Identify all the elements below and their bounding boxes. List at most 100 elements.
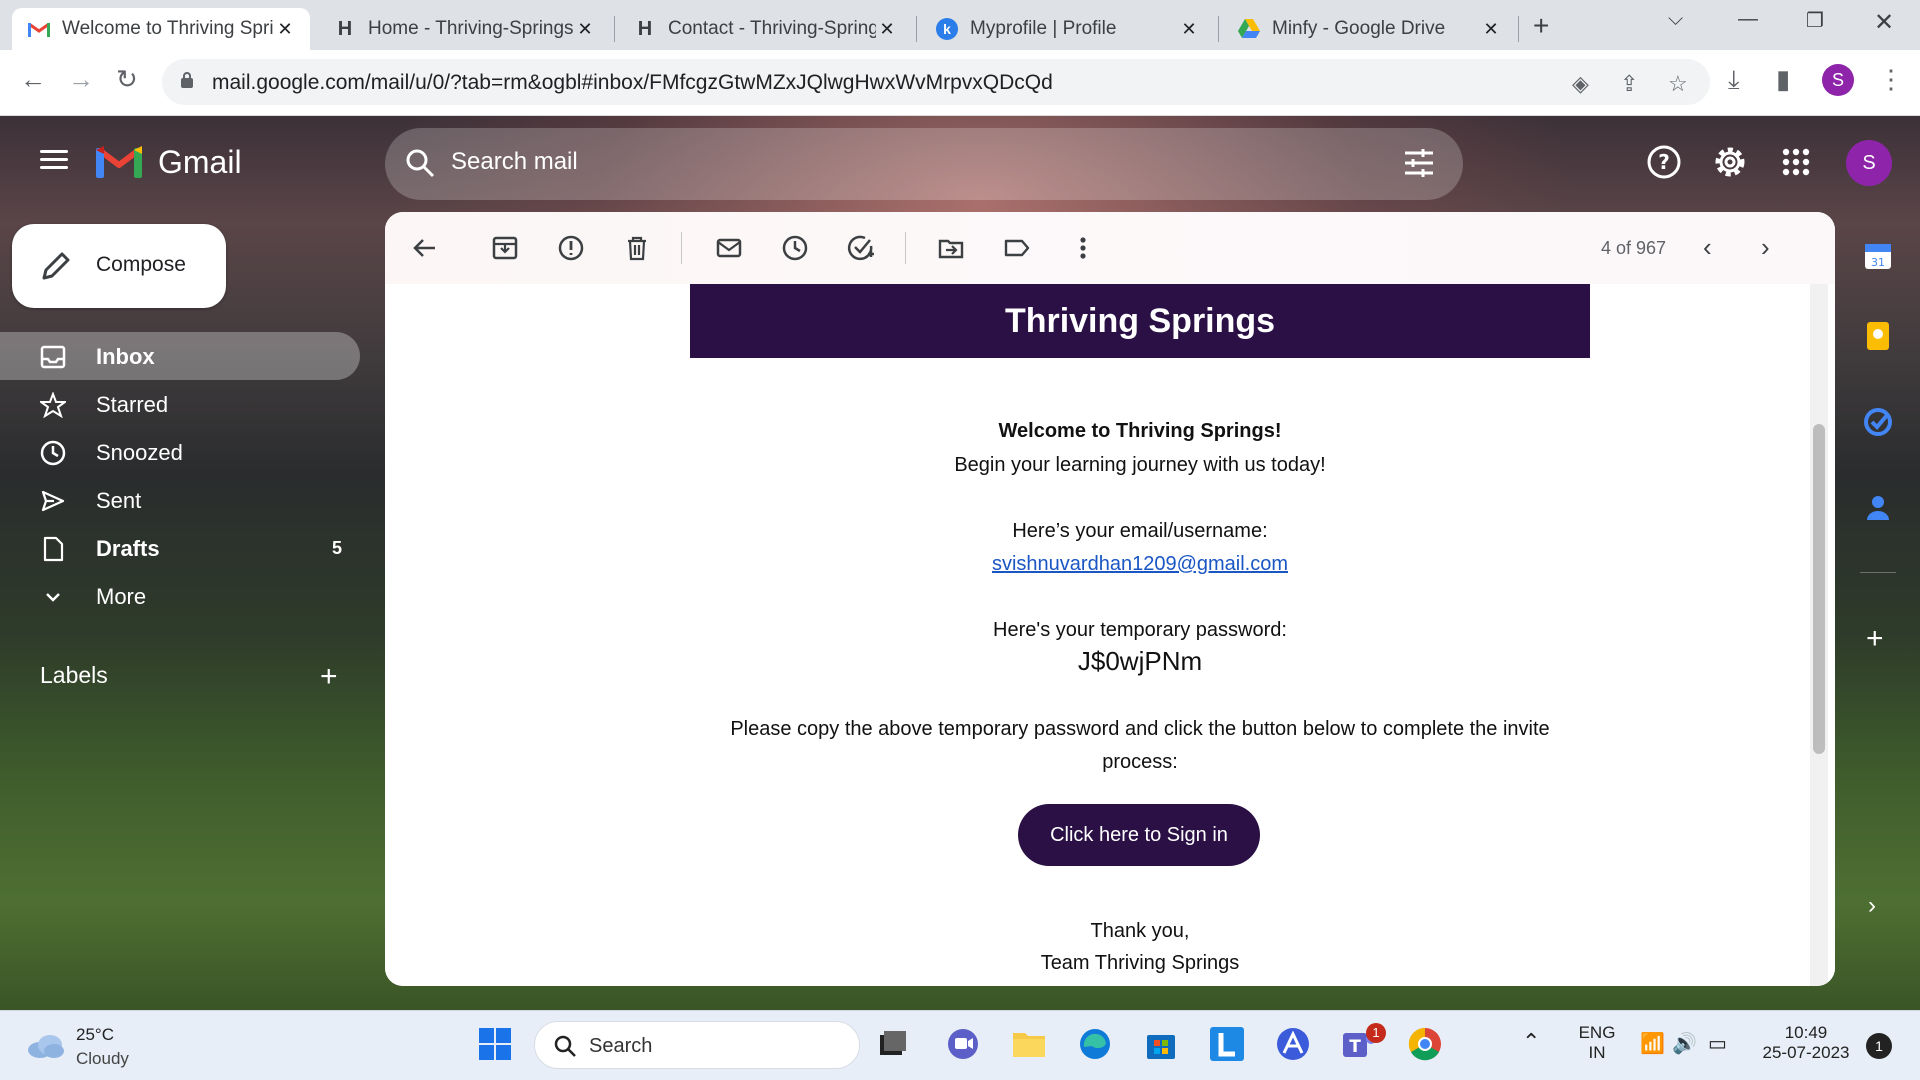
drafts-count: 5 bbox=[331, 538, 342, 558]
show-hidden-icons-chevron-up-icon[interactable]: ⌃ bbox=[1522, 1029, 1540, 1055]
browser-profile-avatar[interactable]: S bbox=[1822, 64, 1854, 96]
get-addons-button[interactable]: + bbox=[1866, 622, 1884, 656]
close-icon[interactable]: ✕ bbox=[274, 19, 296, 40]
search-options-icon[interactable] bbox=[1403, 148, 1435, 178]
minimize-button[interactable]: — bbox=[1738, 8, 1758, 31]
gear-icon[interactable] bbox=[1712, 144, 1748, 180]
a-app-icon[interactable] bbox=[1274, 1025, 1312, 1063]
install-app-icon[interactable]: ◈ bbox=[1572, 71, 1589, 97]
restore-button[interactable]: ❐ bbox=[1806, 8, 1824, 33]
move-to-icon[interactable] bbox=[937, 234, 965, 262]
svg-text:?: ? bbox=[1658, 150, 1670, 174]
search-input[interactable]: Search mail bbox=[451, 148, 578, 176]
back-arrow-icon[interactable] bbox=[411, 234, 439, 262]
pencil-icon bbox=[42, 252, 70, 280]
tab-search-icon[interactable]: ⌵ bbox=[1668, 8, 1683, 31]
window-close-button[interactable]: ✕ bbox=[1874, 8, 1894, 37]
sidebar-item-more[interactable]: More bbox=[0, 572, 360, 620]
share-icon[interactable]: ⇪ bbox=[1620, 71, 1638, 97]
sidebar-item-sent[interactable]: Sent bbox=[0, 476, 360, 524]
chat-icon[interactable] bbox=[944, 1025, 982, 1063]
username-row: svishnuvardhan1209@gmail.com bbox=[690, 553, 1590, 576]
edge-browser-icon[interactable] bbox=[1076, 1025, 1114, 1063]
sidebar-item-inbox[interactable]: Inbox bbox=[0, 332, 360, 380]
add-to-tasks-icon[interactable] bbox=[847, 234, 875, 262]
welcome-subtitle: Begin your learning journey with us toda… bbox=[954, 454, 1326, 476]
username-email-link[interactable]: svishnuvardhan1209@gmail.com bbox=[992, 553, 1288, 575]
l-app-icon[interactable] bbox=[1208, 1025, 1246, 1063]
close-icon[interactable]: ✕ bbox=[876, 19, 898, 40]
search-icon bbox=[554, 1035, 576, 1057]
close-icon[interactable]: ✕ bbox=[1480, 19, 1502, 40]
account-avatar[interactable]: S bbox=[1846, 140, 1892, 186]
close-icon[interactable]: ✕ bbox=[574, 19, 596, 40]
notification-center-badge[interactable]: 1 bbox=[1866, 1033, 1892, 1059]
tab-contact[interactable]: H Contact - Thriving-Spring ✕ bbox=[618, 8, 912, 50]
tasks-icon[interactable] bbox=[1862, 406, 1894, 438]
tab-home[interactable]: H Home - Thriving-Springs ✕ bbox=[318, 8, 610, 50]
main-menu-icon[interactable] bbox=[40, 150, 68, 170]
reload-icon[interactable]: ↻ bbox=[116, 64, 138, 95]
file-explorer-icon[interactable] bbox=[1010, 1025, 1048, 1063]
apps-grid-icon[interactable] bbox=[1778, 144, 1814, 180]
archive-icon[interactable] bbox=[491, 234, 519, 262]
sidebar-item-snoozed[interactable]: Snoozed bbox=[0, 428, 360, 476]
tab-gmail[interactable]: Welcome to Thriving Spri ✕ bbox=[12, 8, 310, 50]
close-icon[interactable]: ✕ bbox=[1178, 19, 1200, 40]
newer-chevron-left-icon[interactable]: ‹ bbox=[1703, 232, 1712, 263]
keep-icon[interactable] bbox=[1862, 320, 1894, 352]
microsoft-store-icon[interactable] bbox=[1142, 1025, 1180, 1063]
sidebar-item-label: Drafts bbox=[96, 536, 160, 561]
more-options-icon[interactable] bbox=[1069, 234, 1097, 262]
wifi-icon[interactable]: 📶 bbox=[1640, 1031, 1665, 1056]
tab-myprofile[interactable]: k Myprofile | Profile ✕ bbox=[920, 8, 1214, 50]
search-icon[interactable] bbox=[405, 148, 435, 178]
calendar-icon[interactable]: 31 bbox=[1862, 240, 1894, 272]
create-label-button[interactable]: + bbox=[320, 660, 338, 694]
browser-menu-icon[interactable]: ⋮ bbox=[1878, 64, 1904, 95]
report-spam-icon[interactable] bbox=[557, 234, 585, 262]
label-icon[interactable] bbox=[1003, 234, 1031, 262]
help-icon[interactable]: ? bbox=[1646, 144, 1682, 180]
windows-start-icon[interactable] bbox=[476, 1025, 514, 1063]
browser-tab-bar: Welcome to Thriving Spri ✕ H Home - Thri… bbox=[0, 0, 1920, 50]
tab-label: Welcome to Thriving Spri bbox=[62, 18, 274, 39]
svg-text:31: 31 bbox=[1871, 256, 1885, 269]
closing-thanks: Thank you, bbox=[1090, 920, 1190, 942]
new-tab-button[interactable]: + bbox=[1533, 10, 1549, 42]
pagination-count: 4 of 967 bbox=[1601, 238, 1667, 258]
search-bar[interactable]: Search mail bbox=[385, 128, 1463, 200]
snooze-clock-icon[interactable] bbox=[781, 234, 809, 262]
taskbar-search[interactable]: Search bbox=[534, 1021, 860, 1069]
forward-arrow-icon[interactable]: → bbox=[68, 64, 94, 95]
language-indicator[interactable]: ENG IN bbox=[1572, 1023, 1622, 1063]
tab-label: Contact - Thriving-Spring bbox=[668, 18, 876, 39]
side-panel-icon[interactable]: ▮ bbox=[1776, 64, 1790, 95]
mark-unread-icon[interactable] bbox=[715, 234, 743, 262]
volume-icon[interactable]: 🔊 bbox=[1672, 1031, 1697, 1056]
task-view-icon[interactable] bbox=[874, 1025, 912, 1063]
toolbar-divider bbox=[681, 232, 682, 264]
tab-google-drive[interactable]: Minfy - Google Drive ✕ bbox=[1222, 8, 1516, 50]
trash-icon[interactable] bbox=[623, 234, 651, 262]
url-text[interactable]: mail.google.com/mail/u/0/?tab=rm&ogbl#in… bbox=[212, 71, 1053, 95]
older-chevron-right-icon[interactable]: › bbox=[1761, 232, 1770, 263]
bookmark-star-icon[interactable]: ☆ bbox=[1668, 71, 1688, 97]
scrollbar-thumb[interactable] bbox=[1813, 424, 1825, 754]
sidebar-item-label: Snoozed bbox=[96, 440, 183, 465]
download-icon[interactable]: ⤓ bbox=[1728, 64, 1740, 96]
clock-area[interactable]: 10:49 25-07-2023 bbox=[1758, 1023, 1854, 1063]
chrome-icon[interactable] bbox=[1406, 1025, 1444, 1063]
google-drive-icon bbox=[1238, 18, 1260, 40]
tab-divider bbox=[1218, 16, 1219, 42]
omnibox[interactable]: mail.google.com/mail/u/0/?tab=rm&ogbl#in… bbox=[162, 59, 1710, 105]
compose-button[interactable]: Compose bbox=[12, 224, 226, 308]
sign-in-button[interactable]: Click here to Sign in bbox=[1018, 804, 1260, 866]
back-arrow-icon[interactable]: ← bbox=[20, 64, 46, 95]
contacts-icon[interactable] bbox=[1862, 492, 1894, 524]
hide-side-panel-icon[interactable]: › bbox=[1868, 892, 1876, 920]
teams-notification-badge: 1 bbox=[1366, 1023, 1386, 1043]
battery-icon[interactable]: ▭ bbox=[1708, 1031, 1727, 1056]
sidebar-item-drafts[interactable]: Drafts 5 bbox=[0, 524, 360, 572]
sidebar-item-starred[interactable]: Starred bbox=[0, 380, 360, 428]
